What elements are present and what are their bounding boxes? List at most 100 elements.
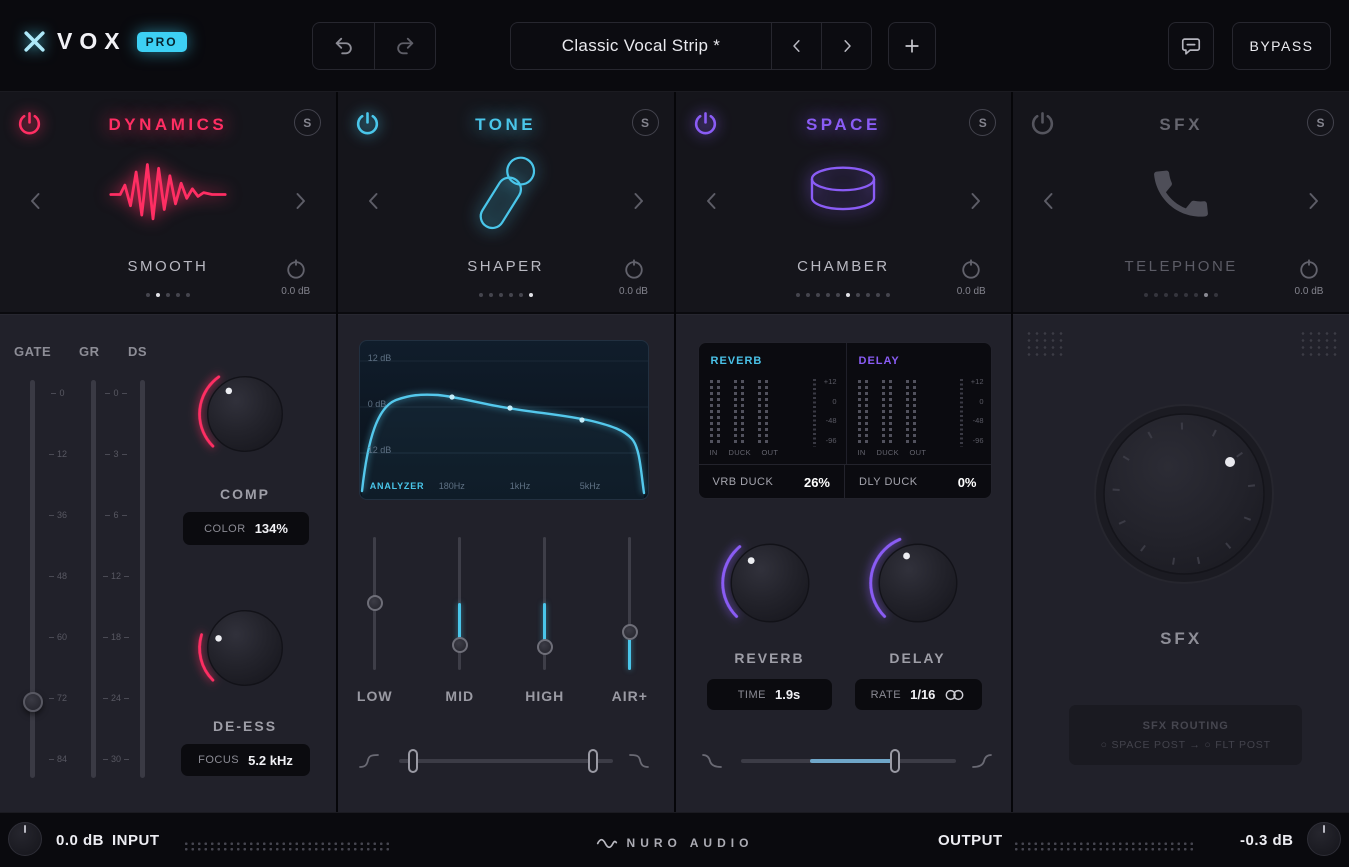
mini-knob-icon	[624, 259, 643, 279]
sfx-solo-button[interactable]: S	[1307, 109, 1334, 136]
focus-value-box[interactable]: FOCUS 5.2 kHz	[181, 744, 310, 776]
sfx-amount-knob[interactable]	[1089, 399, 1279, 589]
rate-value: 1/16	[910, 687, 936, 702]
output-level-meter	[1013, 841, 1197, 852]
sfx-gain-knob[interactable]: 0.0 dB	[1283, 258, 1335, 297]
time-value: 1.9s	[774, 687, 801, 702]
preset-name[interactable]: Classic Vocal Strip *	[511, 23, 771, 69]
brand-text: NURO AUDIO	[626, 836, 754, 850]
pro-badge: PRO	[136, 31, 187, 52]
space-preset-dots[interactable]	[676, 293, 1012, 297]
delay-knob[interactable]	[866, 531, 970, 635]
module-sfx: SFX S TELEPHONE 0.0 dB SFX SFX ROUTING ○…	[1011, 92, 1349, 812]
gate-slider-handle[interactable]	[22, 692, 43, 712]
space-gain-knob[interactable]: 0.0 dB	[945, 258, 997, 297]
mini-knob-icon	[1300, 259, 1318, 279]
color-value-box[interactable]: COLOR 134%	[183, 512, 309, 545]
module-space: SPACE S CHAMBER 0.0 dB REVERB +12 0 -48 …	[673, 92, 1012, 812]
reverb-knob[interactable]	[718, 531, 822, 635]
comp-knob[interactable]	[195, 364, 295, 464]
space-header: SPACE S CHAMBER 0.0 dB	[675, 92, 1012, 312]
tone-header: TONE S SHAPER 0.0 dB	[337, 92, 674, 312]
reverb-scale-ticks	[812, 379, 816, 447]
logo: VOX PRO	[22, 28, 187, 55]
tone-body: 12 dB 0 dB 12 dB ANALYZER 180Hz 1kHz 5kH…	[337, 312, 674, 812]
vrb-duck-label: VRB DUCK	[712, 476, 774, 488]
sfx-routing-box[interactable]: SFX ROUTING ○ SPACE POST → ○ FLT POST	[1069, 705, 1303, 765]
output-label: OUTPUT	[938, 832, 1003, 849]
dynamics-preset-dots[interactable]	[0, 293, 336, 297]
freq-label-5khz: 5kHz	[579, 481, 601, 491]
add-preset-button[interactable]	[889, 23, 935, 69]
filter-slider-track	[398, 759, 613, 763]
bottom-bar: 0.0 dB INPUT NURO AUDIO OUTPUT -0.3 dB	[0, 812, 1349, 867]
high-slider-handle[interactable]	[536, 639, 553, 655]
delay-scale-ticks	[959, 379, 963, 447]
module-dynamics: DYNAMICS S SMOOTH 0.0 dB GATE GR DS 0 12…	[0, 92, 336, 812]
module-tone: TONE S SHAPER 0.0 dB 12 dB 0 dB 12 dB AN…	[335, 92, 674, 812]
preset-next-button[interactable]	[821, 23, 871, 69]
duck-row: VRB DUCK 26% DLY DUCK 0%	[698, 464, 991, 499]
time-value-box[interactable]: TIME 1.9s	[706, 679, 832, 710]
sfx-preset-dots[interactable]	[1013, 293, 1349, 297]
gr-ds-scale: 0 3 6 12 18 24 30	[101, 388, 131, 764]
mid-slider[interactable]: MID	[445, 529, 475, 719]
texture-dots-right	[1299, 330, 1337, 356]
air-slider-handle[interactable]	[621, 624, 638, 640]
filter-slider[interactable]	[358, 747, 649, 775]
mid-slider-handle[interactable]	[451, 637, 468, 653]
tone-preset-dots[interactable]	[338, 293, 674, 297]
sfx-knob-label: SFX	[1160, 629, 1203, 648]
wave-logo-icon	[596, 838, 617, 848]
reverb-knob-label: REVERB	[734, 650, 805, 666]
top-bar: VOX PRO Classic Vocal Strip * BYPASS	[0, 0, 1349, 92]
lowpass-handle[interactable]	[587, 749, 598, 773]
eq-db-label-top: 12 dB	[367, 353, 392, 363]
reverb-meter-section: REVERB +12 0 -48 -96 IN DUCK OUT	[709, 355, 837, 457]
analyzer-toggle[interactable]: ANALYZER	[370, 481, 425, 491]
tone-title: TONE	[475, 115, 537, 134]
eq-analyzer-panel[interactable]: 12 dB 0 dB 12 dB ANALYZER 180Hz 1kHz 5kH…	[358, 340, 649, 500]
tone-gain-knob[interactable]: 0.0 dB	[608, 258, 660, 297]
texture-dots-left	[1025, 330, 1064, 356]
delay-knob-label: DELAY	[889, 650, 946, 666]
dynamics-gain-knob[interactable]: 0.0 dB	[270, 258, 322, 297]
low-slider[interactable]: LOW	[356, 529, 393, 719]
dly-duck-control[interactable]: DLY DUCK 0%	[844, 465, 991, 499]
dynamics-body: GATE GR DS 0 12 36 48 60 72 84 0 3 6 12 18 24 30 COM…	[0, 312, 336, 812]
chamber-cylinder-icon	[676, 138, 1012, 250]
redo-button[interactable]	[374, 23, 435, 69]
space-mix-handle[interactable]	[889, 749, 900, 773]
color-label: COLOR	[204, 522, 246, 535]
tone-solo-button[interactable]: S	[631, 109, 659, 136]
time-label: TIME	[737, 688, 766, 701]
low-slider-handle[interactable]	[366, 595, 383, 611]
vrb-duck-control[interactable]: VRB DUCK 26%	[699, 465, 845, 499]
de-ess-knob[interactable]	[195, 598, 295, 698]
bypass-button[interactable]: BYPASS	[1233, 23, 1330, 69]
rise-curve-icon	[971, 754, 992, 768]
output-gain-knob[interactable]	[1307, 822, 1341, 856]
mini-knob-icon	[962, 259, 980, 279]
reverb-panel-title: REVERB	[710, 355, 763, 367]
high-slider-label: HIGH	[525, 688, 565, 704]
gate-slider[interactable]	[22, 380, 43, 778]
mini-knob-icon	[287, 259, 305, 279]
undo-button[interactable]	[313, 23, 374, 69]
low-slider-label: LOW	[356, 688, 393, 704]
space-mix-fill	[809, 759, 895, 763]
feedback-button[interactable]	[1169, 23, 1213, 69]
dynamics-solo-button[interactable]: S	[293, 109, 321, 136]
air-slider[interactable]: AIR+	[612, 529, 647, 719]
preset-prev-button[interactable]	[771, 23, 821, 69]
eq-db-label-bottom: 12 dB	[367, 445, 392, 455]
highpass-handle[interactable]	[407, 749, 418, 773]
rate-value-box[interactable]: RATE 1/16	[854, 679, 982, 710]
space-mix-slider[interactable]	[701, 747, 992, 775]
gate-scale: 0 12 36 48 60 72 84	[46, 388, 70, 764]
stereo-link-icon[interactable]	[944, 689, 965, 701]
comp-label: COMP	[220, 486, 270, 502]
delay-panel-title: DELAY	[858, 355, 900, 367]
high-slider[interactable]: HIGH	[525, 529, 563, 719]
telephone-icon	[1013, 138, 1349, 250]
